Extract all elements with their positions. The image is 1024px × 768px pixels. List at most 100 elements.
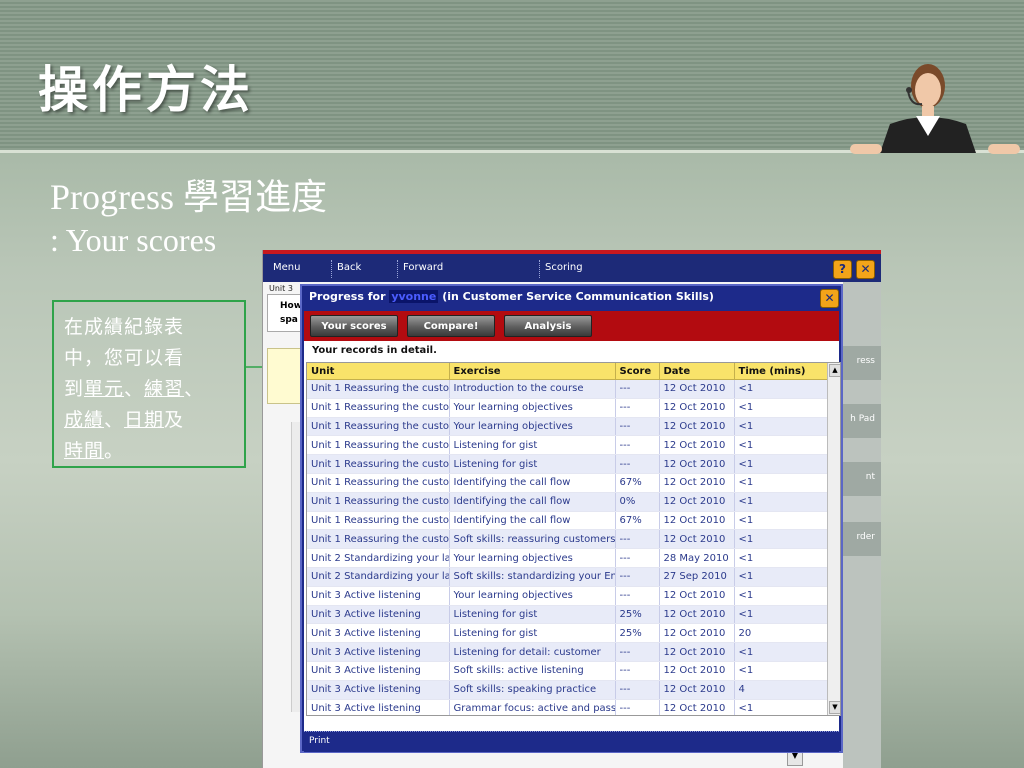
table-row[interactable]: Unit 1 Reassuring the customerIdentifyin… — [307, 511, 828, 531]
table-row[interactable]: Unit 1 Reassuring the customerIntroducti… — [307, 379, 828, 399]
cell-exercise: Identifying the call flow — [449, 511, 616, 531]
column-header-unit[interactable]: Unit — [307, 363, 450, 380]
column-header-date[interactable]: Date — [659, 363, 735, 380]
records-table-container: Unit Exercise Score Date Time (mins) Uni… — [306, 362, 841, 716]
records-table: Unit Exercise Score Date Time (mins) Uni… — [307, 363, 828, 715]
cell-time: 4 — [734, 680, 828, 700]
table-row[interactable]: Unit 1 Reassuring the customerListening … — [307, 454, 828, 474]
cell-time: <1 — [734, 642, 828, 662]
cell-date: 27 Sep 2010 — [659, 567, 735, 587]
cell-exercise: Identifying the call flow — [449, 473, 616, 493]
presenter-illustration — [850, 64, 1020, 154]
table-row[interactable]: Unit 1 Reassuring the customerSoft skill… — [307, 529, 828, 550]
scoring-button[interactable]: Scoring — [545, 262, 583, 273]
toolbar-divider — [331, 260, 333, 278]
table-row[interactable]: Unit 1 Reassuring the customerListening … — [307, 435, 828, 456]
cell-exercise: Listening for detail: customer — [449, 642, 616, 662]
cell-date: 12 Oct 2010 — [659, 454, 735, 474]
cell-date: 12 Oct 2010 — [659, 492, 735, 512]
table-row[interactable]: Unit 3 Active listening Listening for gis… — [307, 623, 828, 644]
cell-exercise: Soft skills: standardizing your English — [449, 567, 616, 587]
unit-label: Unit 3 — [269, 284, 293, 293]
cell-date: 12 Oct 2010 — [659, 661, 735, 681]
table-row[interactable]: Unit 3 Active listening Grammar focus: ac… — [307, 699, 828, 715]
cell-score: --- — [615, 699, 660, 715]
cell-score: --- — [615, 567, 660, 587]
cell-unit: Unit 1 Reassuring the customer — [307, 454, 450, 474]
note-keyword-exercise: 練習 — [144, 378, 185, 400]
column-header-exercise[interactable]: Exercise — [449, 363, 616, 380]
table-row[interactable]: Unit 2 Standardizing your languageYour l… — [307, 548, 828, 568]
cell-date: 12 Oct 2010 — [659, 417, 735, 437]
column-header-time[interactable]: Time (mins) — [734, 363, 828, 380]
table-scrollbar[interactable]: ▲ ▼ — [827, 363, 840, 715]
forward-button[interactable]: Forward — [403, 262, 443, 273]
cell-time: <1 — [734, 586, 828, 606]
cell-score: 67% — [615, 511, 660, 531]
table-row[interactable]: Unit 3 Active listening Listening for gis… — [307, 605, 828, 625]
callout-note: 在成績紀錄表 中，您可以看 到單元、練習、 成績、日期及 時間。 — [52, 300, 246, 468]
cell-time: <1 — [734, 661, 828, 681]
cell-unit: Unit 2 Standardizing your language — [307, 548, 450, 568]
compare-button[interactable]: Compare! — [407, 315, 495, 337]
cell-score: --- — [615, 661, 660, 681]
table-row[interactable]: Unit 1 Reassuring the customerYour learn… — [307, 398, 828, 418]
column-header-score[interactable]: Score — [615, 363, 660, 380]
cell-date: 12 Oct 2010 — [659, 605, 735, 625]
table-row[interactable]: Unit 2 Standardizing your languageSoft s… — [307, 567, 828, 587]
side-tab-scratch-pad[interactable]: h Pad — [843, 404, 881, 438]
cell-date: 12 Oct 2010 — [659, 623, 735, 644]
cell-time: <1 — [734, 417, 828, 437]
table-row[interactable]: Unit 1 Reassuring the customerIdentifyin… — [307, 473, 828, 493]
table-row[interactable]: Unit 3 Active listening Soft skills: acti… — [307, 661, 828, 681]
scroll-down-icon[interactable]: ▼ — [829, 701, 840, 714]
cell-time: <1 — [734, 529, 828, 550]
back-button[interactable]: Back — [337, 262, 361, 273]
cell-time: <1 — [734, 548, 828, 568]
cell-exercise: Soft skills: speaking practice — [449, 680, 616, 700]
help-icon[interactable]: ? — [833, 260, 852, 279]
cell-date: 12 Oct 2010 — [659, 642, 735, 662]
cell-time: <1 — [734, 379, 828, 399]
analysis-button[interactable]: Analysis — [504, 315, 592, 337]
print-button[interactable]: Print — [309, 736, 330, 746]
cell-score: 0% — [615, 492, 660, 512]
table-row[interactable]: Unit 3 Active listening Soft skills: spea… — [307, 680, 828, 700]
cell-exercise: Listening for gist — [449, 435, 616, 456]
cell-time: <1 — [734, 699, 828, 715]
dialog-footer: Print — [304, 731, 839, 752]
side-tab-print[interactable]: nt — [843, 462, 881, 496]
cell-unit: Unit 1 Reassuring the customer — [307, 473, 450, 493]
cell-time: <1 — [734, 473, 828, 493]
side-tab-recorder[interactable]: rder — [843, 522, 881, 556]
table-row[interactable]: Unit 3 Active listening Your learning obj… — [307, 586, 828, 606]
subtitle-your-scores: : Your scores — [50, 222, 217, 258]
cell-exercise: Listening for gist — [449, 605, 616, 625]
cell-unit: Unit 3 Active listening — [307, 642, 450, 662]
note-line: 成績、日期及 — [64, 409, 185, 431]
cell-exercise: Identifying the call flow — [449, 492, 616, 512]
cell-score: --- — [615, 435, 660, 456]
side-tab-progress[interactable]: ress — [843, 346, 881, 380]
dialog-title: Progress for yvonne (in Customer Service… — [309, 290, 714, 303]
your-scores-button[interactable]: Your scores — [310, 315, 398, 337]
cell-date: 12 Oct 2010 — [659, 529, 735, 550]
side-tabs: ress h Pad nt rder — [843, 282, 881, 768]
table-row[interactable]: Unit 1 Reassuring the customerYour learn… — [307, 417, 828, 437]
cell-exercise: Your learning objectives — [449, 398, 616, 418]
menu-button[interactable]: Menu — [273, 262, 300, 273]
table-row[interactable]: Unit 1 Reassuring the customerIdentifyin… — [307, 492, 828, 512]
dialog-button-bar: Your scores Compare! Analysis — [304, 311, 839, 341]
cell-score: 67% — [615, 473, 660, 493]
dialog-close-icon[interactable]: ✕ — [820, 289, 839, 308]
close-icon[interactable]: ✕ — [856, 260, 875, 279]
note-keyword-date: 日期 — [124, 409, 165, 431]
dialog-content: Your records in detail. Unit Exercise Sc… — [304, 341, 841, 731]
cell-score: --- — [615, 417, 660, 437]
cell-unit: Unit 1 Reassuring the customer — [307, 417, 450, 437]
note-line: 到單元、練習、 — [64, 378, 205, 400]
note-keyword-score: 成績 — [64, 409, 105, 431]
scroll-up-icon[interactable]: ▲ — [829, 364, 840, 377]
table-row[interactable]: Unit 3 Active listening Listening for det… — [307, 642, 828, 662]
cell-exercise: Soft skills: reassuring customers — [449, 529, 616, 550]
